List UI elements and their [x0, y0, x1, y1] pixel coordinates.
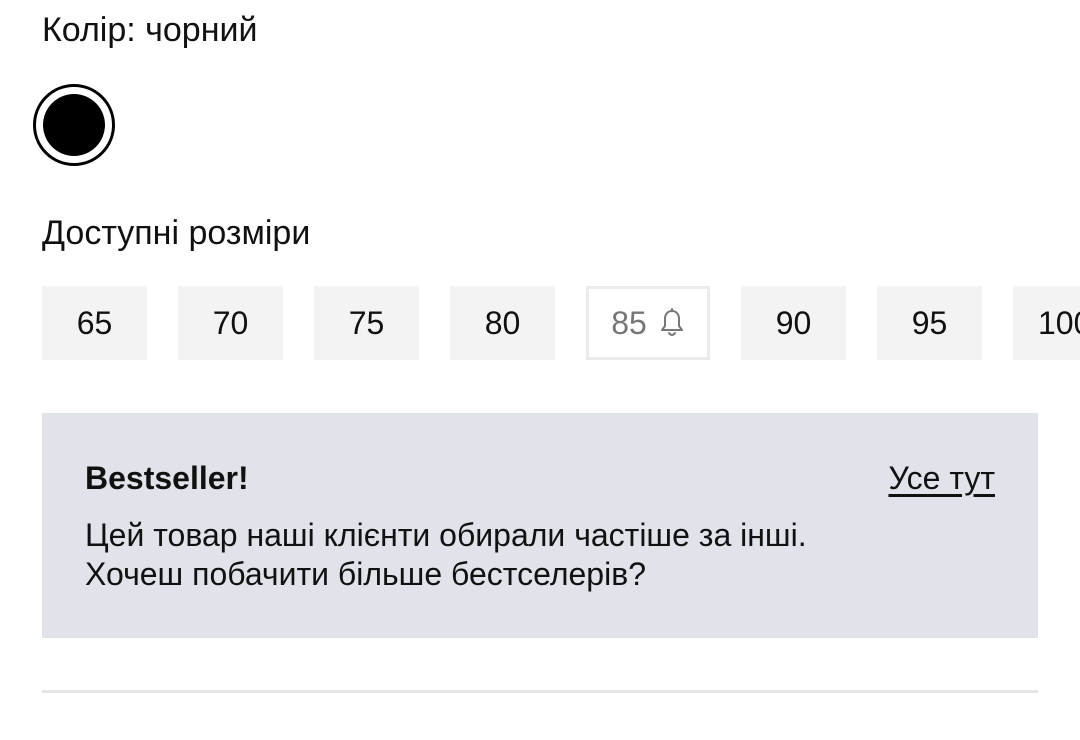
- bell-icon: [660, 308, 683, 336]
- bestseller-banner: Bestseller! Усе тут Цей товар наші клієн…: [42, 413, 1038, 638]
- size-option-90[interactable]: 90: [741, 286, 846, 360]
- bestseller-all-link[interactable]: Усе тут: [888, 459, 995, 497]
- size-option-95[interactable]: 95: [877, 286, 982, 360]
- size-option-80[interactable]: 80: [450, 286, 555, 360]
- size-option-75[interactable]: 75: [314, 286, 419, 360]
- size-option-65[interactable]: 65: [42, 286, 147, 360]
- color-swatch-black[interactable]: [33, 84, 115, 166]
- size-option-85-label: 85: [611, 304, 647, 341]
- bestseller-description-line2: Хочеш побачити більше бестселерів?: [85, 556, 646, 592]
- size-option-85-notify[interactable]: 85: [586, 286, 710, 360]
- color-label: Колір: чорний: [42, 11, 258, 49]
- sizes-heading: Доступні розміри: [42, 214, 311, 252]
- bestseller-description-line1: Цей товар наші клієнти обирали частіше з…: [85, 517, 807, 553]
- bestseller-title: Bestseller!: [85, 460, 249, 496]
- section-divider: [42, 690, 1038, 693]
- color-swatch-fill: [43, 94, 105, 156]
- size-selector: 65 70 75 80 85 90 95 100: [42, 286, 1080, 360]
- size-option-100[interactable]: 100: [1013, 286, 1080, 360]
- size-option-70[interactable]: 70: [178, 286, 283, 360]
- bestseller-description: Цей товар наші клієнти обирали частіше з…: [85, 516, 985, 594]
